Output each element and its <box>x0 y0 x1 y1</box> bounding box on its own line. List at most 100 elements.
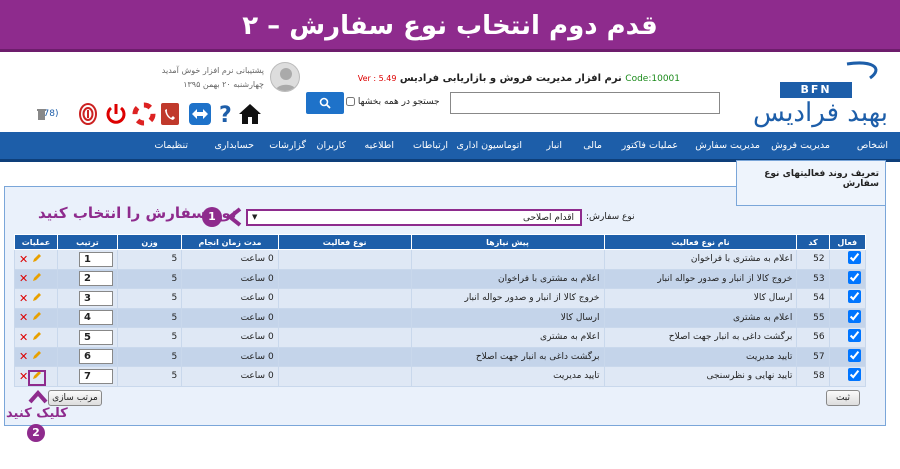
name-cell: اعلام به مشتری با فراخوان <box>603 249 798 270</box>
order-input[interactable]: 3 <box>78 290 113 306</box>
edit-icon[interactable] <box>32 350 42 360</box>
app-header: BFN بهبد فرادیس Code:10001 نرم افزار مدی… <box>0 52 900 132</box>
nav-item[interactable]: اشخاص <box>857 140 888 151</box>
weight-cell: 5 <box>116 327 183 348</box>
step1-badge: 1 <box>202 207 222 227</box>
prereq-cell: برگشت داغی به انبار جهت اصلاح <box>410 346 605 367</box>
nav-item[interactable]: مدیریت سفارش <box>695 140 760 151</box>
logo-text: بهبد فرادیس <box>753 98 888 128</box>
edit-highlight <box>28 370 46 386</box>
dropdown-arrow-icon: ▼ <box>252 213 258 221</box>
order-input[interactable]: 4 <box>78 310 113 326</box>
order-type-select[interactable]: اقدام اصلاحی ▼ <box>246 209 582 226</box>
col-order: ترتیب <box>56 234 118 250</box>
order-cell: 7 <box>56 366 118 387</box>
delete-icon[interactable]: ✕ <box>19 311 28 324</box>
weight-cell: 5 <box>116 366 183 387</box>
ops-cell: ✕ <box>14 268 58 289</box>
nav-item[interactable]: اطلاعیه <box>365 140 395 151</box>
delete-icon[interactable]: ✕ <box>19 292 28 305</box>
code-cell: 56 <box>796 327 830 348</box>
svg-text:?: ? <box>219 103 232 126</box>
duration-cell: 0 ساعت <box>181 288 279 309</box>
delete-icon[interactable]: ✕ <box>19 370 28 383</box>
logo-badge: BFN <box>780 82 852 98</box>
nav-item[interactable]: مدیریت فروش <box>771 140 830 151</box>
nav-item[interactable]: گزارشات <box>269 140 306 151</box>
teamviewer-icon[interactable] <box>188 102 212 126</box>
order-input[interactable]: 1 <box>78 251 113 267</box>
nav-item[interactable]: تنظیمات <box>154 140 188 151</box>
name-cell: اعلام به مشتری <box>603 307 798 328</box>
delete-icon[interactable]: ✕ <box>19 350 28 363</box>
table-row: 57 تایید مدیریت برگشت داغی به انبار جهت … <box>14 346 867 367</box>
lifebuoy-icon[interactable] <box>132 102 156 126</box>
search-input[interactable] <box>450 92 720 114</box>
chevron-left-icon <box>226 207 242 227</box>
duration-cell: 0 ساعت <box>181 327 279 348</box>
active-cell <box>828 346 867 367</box>
edit-icon[interactable] <box>32 272 42 282</box>
order-input[interactable]: 7 <box>78 368 113 384</box>
nav-item[interactable]: مالی <box>583 140 602 151</box>
ops-cell: ✕ <box>14 346 58 367</box>
nav-item[interactable]: عملیات فاکتور <box>622 140 678 151</box>
edit-icon[interactable] <box>32 331 42 341</box>
home-icon[interactable] <box>238 102 262 126</box>
order-input[interactable]: 6 <box>78 349 113 365</box>
table-row: 58 تایید نهایی و نظرسنجی تایید مدیریت 0 … <box>14 366 867 387</box>
active-checkbox[interactable] <box>848 309 861 323</box>
duration-cell: 0 ساعت <box>181 366 279 387</box>
order-input[interactable]: 2 <box>78 271 113 287</box>
name-cell: تایید مدیریت <box>603 346 798 367</box>
chevron-up-icon <box>28 390 48 404</box>
search-button[interactable] <box>306 92 344 114</box>
nav-item[interactable]: کاربران <box>316 140 346 151</box>
panel-legend: تعریف روند فعالیتهای نوع سفارش <box>736 160 886 206</box>
delete-icon[interactable]: ✕ <box>19 253 28 266</box>
phone-book-icon[interactable] <box>158 102 182 126</box>
nav-item[interactable]: اتوماسیون اداری <box>457 140 522 151</box>
search-all-checkbox[interactable]: جستجو در همه بخشها <box>346 97 440 107</box>
company-logo: BFN بهبد فرادیس <box>752 58 892 130</box>
order-input[interactable]: 5 <box>78 329 113 345</box>
sort-button[interactable]: مرتب سازی <box>48 390 102 406</box>
save-button[interactable]: ثبت <box>826 390 860 406</box>
active-checkbox[interactable] <box>848 270 861 284</box>
order-cell: 3 <box>56 288 118 309</box>
active-checkbox[interactable] <box>848 368 861 382</box>
weight-cell: 5 <box>116 346 183 367</box>
name-cell: خروج کالا از انبار و صدور حواله انبار <box>603 268 798 289</box>
edit-icon[interactable] <box>32 311 42 321</box>
code-cell: 52 <box>796 249 830 270</box>
fingerprint-icon[interactable] <box>76 102 100 126</box>
nav-item[interactable]: حسابداری <box>214 140 254 151</box>
active-checkbox[interactable] <box>848 290 861 304</box>
avatar[interactable] <box>270 62 300 92</box>
code-cell: 54 <box>796 288 830 309</box>
delete-icon[interactable]: ✕ <box>19 331 28 344</box>
delete-icon[interactable]: ✕ <box>19 272 28 285</box>
table-row: 53 خروج کالا از انبار و صدور حواله انبار… <box>14 268 867 289</box>
trash-icon[interactable] <box>36 108 48 132</box>
prereq-cell <box>410 249 605 270</box>
prereq-cell: اعلام به مشتری <box>410 327 605 348</box>
duration-cell: 0 ساعت <box>181 249 279 270</box>
nav-item[interactable]: انبار <box>546 140 562 151</box>
search-all-check[interactable] <box>346 97 355 106</box>
table-row: 52 اعلام به مشتری با فراخوان 0 ساعت 5 1 … <box>14 249 867 270</box>
active-checkbox[interactable] <box>848 251 861 265</box>
edit-icon[interactable] <box>32 292 42 302</box>
active-checkbox[interactable] <box>848 329 861 343</box>
active-checkbox[interactable] <box>848 348 861 362</box>
edit-icon[interactable] <box>32 253 42 263</box>
help-icon[interactable]: ? <box>214 102 238 126</box>
active-cell <box>828 307 867 328</box>
code-cell: 57 <box>796 346 830 367</box>
order-cell: 2 <box>56 268 118 289</box>
col-name: نام نوع فعالیت <box>603 234 798 250</box>
nav-item[interactable]: ارتباطات <box>413 140 448 151</box>
col-active: فعال <box>828 234 867 250</box>
power-icon[interactable] <box>104 102 128 126</box>
step2-badge: 2 <box>27 424 45 442</box>
